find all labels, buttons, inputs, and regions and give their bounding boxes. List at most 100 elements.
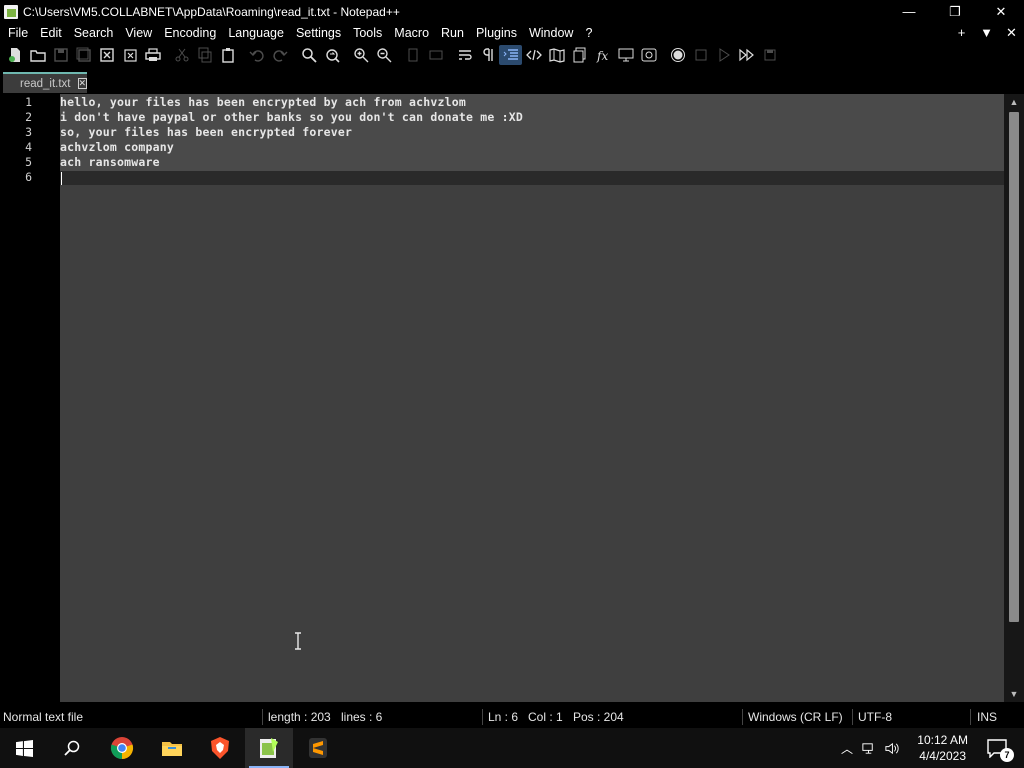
replace-icon[interactable] [320, 45, 343, 65]
status-line: Ln : 6 [488, 710, 519, 724]
tab-list-dropdown-icon[interactable]: ▼ [974, 25, 999, 40]
line-number: 1 [25, 95, 32, 109]
save-all-icon[interactable] [72, 45, 95, 65]
status-column: Col : 1 [528, 710, 563, 724]
new-file-icon[interactable] [3, 45, 26, 65]
sublime-icon[interactable] [294, 728, 342, 768]
notepad-plus-plus-icon[interactable] [245, 728, 293, 768]
text-line[interactable]: achvzlom company [60, 140, 174, 155]
document-list-icon[interactable] [568, 45, 591, 65]
taskbar: ︿ 10:12 AM 4/4/2023 7 [0, 728, 1024, 768]
show-hidden-icons-icon[interactable]: ︿ [838, 740, 856, 757]
run-macro-multiple-icon[interactable] [735, 45, 758, 65]
folder-workspace-icon[interactable] [614, 45, 637, 65]
status-eol-format[interactable]: Windows (CR LF) [748, 710, 843, 724]
notification-count-badge: 7 [1000, 748, 1014, 762]
close-all-icon[interactable] [118, 45, 141, 65]
sync-horizontal-icon[interactable] [424, 45, 447, 65]
network-icon[interactable] [856, 741, 880, 756]
zoom-out-icon[interactable] [372, 45, 395, 65]
menu-language[interactable]: Language [222, 26, 290, 40]
line-number: 5 [25, 155, 32, 169]
menu-file[interactable]: File [0, 26, 34, 40]
redo-icon[interactable] [268, 45, 291, 65]
file-explorer-icon[interactable] [148, 728, 196, 768]
brave-icon[interactable] [196, 728, 244, 768]
find-icon[interactable] [297, 45, 320, 65]
restore-button[interactable]: ❐ [932, 0, 978, 23]
menu-window[interactable]: Window [523, 26, 579, 40]
menu-run[interactable]: Run [435, 26, 470, 40]
line-number: 3 [25, 125, 32, 139]
tab-label: read_it.txt [20, 77, 71, 90]
copy-icon[interactable] [193, 45, 216, 65]
text-line[interactable]: so, your files has been encrypted foreve… [60, 125, 352, 140]
tab-read-it-txt[interactable]: read_it.txt ✕ [3, 72, 88, 93]
new-tab-icon[interactable]: + [949, 25, 974, 40]
menu-help[interactable]: ? [579, 26, 598, 40]
indent-guide-icon[interactable] [499, 44, 522, 65]
status-insert-mode[interactable]: INS [977, 710, 997, 724]
text-line[interactable]: i don't have paypal or other banks so yo… [60, 110, 523, 125]
clock[interactable]: 10:12 AM 4/4/2023 [917, 732, 968, 764]
tab-close-icon[interactable]: ✕ [77, 78, 88, 89]
record-macro-icon[interactable] [666, 45, 689, 65]
stop-recording-icon[interactable] [689, 45, 712, 65]
status-position: Pos : 204 [573, 710, 624, 724]
text-caret [61, 172, 62, 185]
menu-bar: File Edit Search View Encoding Language … [0, 23, 1024, 42]
cut-icon[interactable] [170, 45, 193, 65]
function-list-icon[interactable]: fx [591, 45, 614, 65]
word-wrap-icon[interactable] [453, 45, 476, 65]
zoom-in-icon[interactable] [349, 45, 372, 65]
clock-time: 10:12 AM [917, 733, 968, 747]
open-file-icon[interactable] [26, 45, 49, 65]
menu-tools[interactable]: Tools [347, 26, 388, 40]
show-all-characters-icon[interactable] [476, 45, 499, 65]
line-number-gutter: 1 2 3 4 5 6 [0, 94, 60, 702]
scroll-down-icon[interactable]: ▼ [1004, 686, 1024, 702]
paste-icon[interactable] [216, 45, 239, 65]
status-length: length : 203 [268, 710, 331, 724]
scroll-up-icon[interactable]: ▲ [1004, 94, 1024, 110]
menu-edit[interactable]: Edit [34, 26, 68, 40]
editor: 1 2 3 4 5 6 hello, your files has been e… [0, 94, 1024, 702]
menu-right-controls: + ▼ ✕ [949, 23, 1024, 42]
menu-encoding[interactable]: Encoding [158, 26, 222, 40]
menu-search[interactable]: Search [68, 26, 120, 40]
menu-macro[interactable]: Macro [388, 26, 435, 40]
system-tray: ︿ [838, 728, 902, 768]
close-file-icon[interactable] [95, 45, 118, 65]
menu-settings[interactable]: Settings [290, 26, 347, 40]
minimize-button[interactable]: — [886, 0, 932, 23]
menu-plugins[interactable]: Plugins [470, 26, 523, 40]
scrollbar-thumb[interactable] [1009, 112, 1019, 622]
text-line[interactable]: ach ransomware [60, 155, 160, 170]
status-encoding[interactable]: UTF-8 [858, 710, 892, 724]
text-area[interactable]: hello, your files has been encrypted by … [60, 94, 1004, 702]
save-icon[interactable] [49, 45, 72, 65]
chrome-icon[interactable] [98, 728, 146, 768]
status-lines: lines : 6 [341, 710, 383, 724]
save-macro-icon[interactable] [758, 45, 781, 65]
close-document-icon[interactable]: ✕ [999, 25, 1024, 41]
menu-view[interactable]: View [119, 26, 158, 40]
start-icon[interactable] [0, 728, 48, 768]
play-macro-icon[interactable] [712, 45, 735, 65]
status-bar: Normal text file length : 203 lines : 6 … [0, 706, 1024, 728]
sync-vertical-icon[interactable] [401, 45, 424, 65]
title-bar: C:\Users\VM5.COLLABNET\AppData\Roaming\r… [0, 0, 1024, 23]
search-icon[interactable] [48, 728, 96, 768]
document-map-icon[interactable] [545, 45, 568, 65]
current-line-highlight [60, 171, 1004, 185]
volume-icon[interactable] [880, 741, 902, 756]
tab-bar: read_it.txt ✕ [0, 69, 1024, 93]
language-tags-icon[interactable] [522, 45, 545, 65]
undo-icon[interactable] [245, 45, 268, 65]
print-icon[interactable] [141, 45, 164, 65]
monitoring-icon[interactable] [637, 45, 660, 65]
close-button[interactable]: ✕ [978, 0, 1024, 23]
text-line[interactable]: hello, your files has been encrypted by … [60, 95, 466, 110]
vertical-scrollbar[interactable]: ▲ ▼ [1004, 94, 1024, 702]
toolbar: fx [0, 42, 1024, 67]
